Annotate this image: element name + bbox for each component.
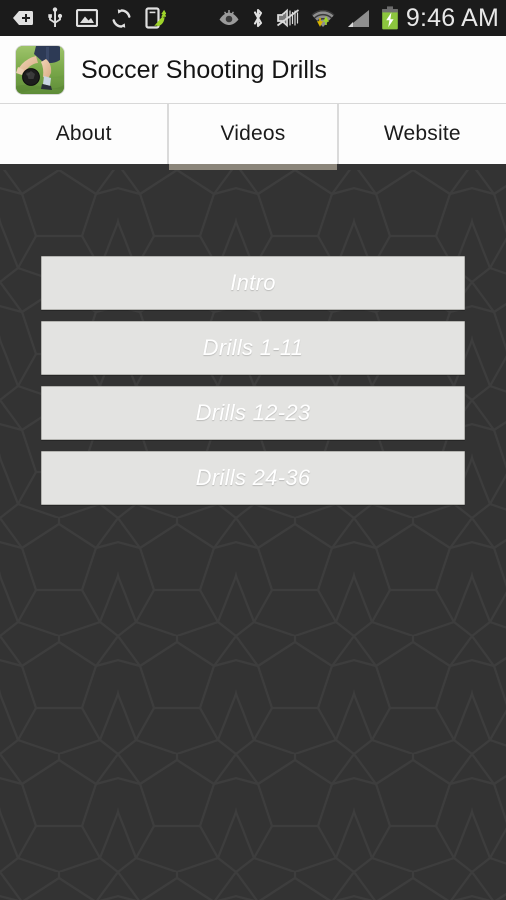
- tab-bar: About Videos Website: [0, 104, 506, 170]
- image-icon: [75, 8, 99, 28]
- mute-vibrate-icon: [276, 8, 300, 28]
- video-button-drills-12-23-label: Drills 12-23: [195, 400, 311, 425]
- sync-icon: [111, 8, 132, 29]
- app-title: Soccer Shooting Drills: [81, 55, 327, 84]
- video-section-button-list: Intro Drills 1-11 Drills 12-23 Drills 24…: [41, 256, 465, 516]
- status-bar-left-icons: [12, 7, 167, 29]
- video-button-drills-12-23[interactable]: Drills 12-23: [41, 386, 465, 440]
- tab-website[interactable]: Website: [336, 104, 506, 164]
- status-bar-right-icons: [218, 6, 399, 30]
- video-button-intro[interactable]: Intro: [41, 256, 465, 310]
- status-bar: 9:46 AM: [0, 0, 506, 36]
- tab-videos-label: Videos: [220, 122, 286, 145]
- app-header-bar: Soccer Shooting Drills: [0, 36, 506, 104]
- video-button-drills-1-11[interactable]: Drills 1-11: [41, 321, 465, 375]
- tab-about[interactable]: About: [0, 104, 168, 164]
- usb-icon: [47, 7, 63, 29]
- tab-videos[interactable]: Videos: [167, 104, 337, 170]
- status-bar-clock: 9:46 AM: [405, 3, 499, 32]
- app-icon-soccer-player: [16, 46, 64, 94]
- videos-tab-content: Intro Drills 1-11 Drills 12-23 Drills 24…: [0, 170, 506, 900]
- video-button-intro-label: Intro: [230, 270, 276, 295]
- phone-transfer-icon: [145, 7, 167, 29]
- battery-charging-icon: [381, 6, 399, 30]
- back-arrow-icon: [12, 8, 34, 28]
- video-button-drills-24-36-label: Drills 24-36: [195, 465, 311, 490]
- video-button-drills-1-11-label: Drills 1-11: [202, 335, 304, 360]
- bluetooth-icon: [251, 7, 265, 29]
- cellular-signal-icon: [346, 9, 370, 28]
- tab-about-label: About: [55, 122, 112, 145]
- video-button-drills-24-36[interactable]: Drills 24-36: [41, 451, 465, 505]
- eye-icon: [218, 9, 240, 26]
- wifi-icon: [311, 8, 335, 28]
- tab-website-label: Website: [383, 122, 461, 145]
- android-phone-screen: 9:46 AM Soccer Shooting Drills About Vid…: [0, 0, 506, 900]
